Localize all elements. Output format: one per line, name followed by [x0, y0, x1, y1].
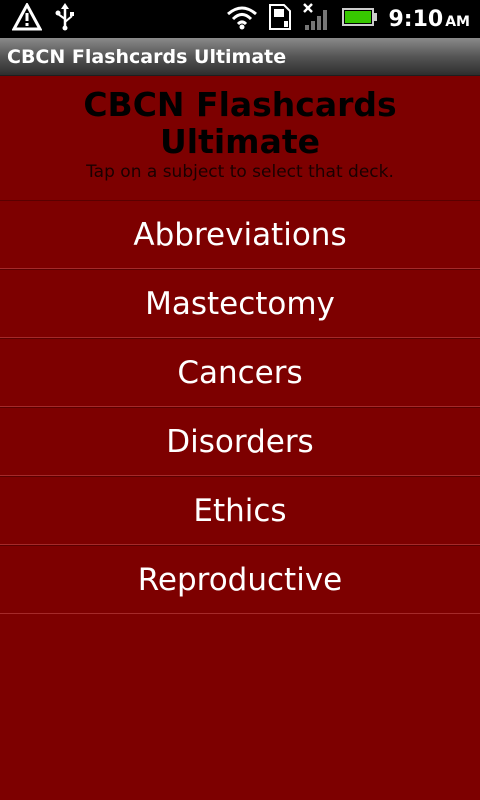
warning-icon — [11, 1, 43, 35]
status-system: 9:10 AM — [226, 2, 480, 36]
clock-ampm: AM — [445, 13, 470, 30]
deck-list: Abbreviations Mastectomy Cancers Disorde… — [0, 200, 480, 614]
deck-item-ethics[interactable]: Ethics — [0, 476, 480, 545]
status-notifications — [0, 1, 76, 35]
deck-item-label: Cancers — [177, 354, 303, 391]
page-title: CBCN Flashcards Ultimate — [83, 85, 397, 161]
deck-item-label: Reproductive — [137, 561, 343, 598]
usb-icon — [54, 3, 76, 35]
battery-icon — [342, 6, 378, 32]
deck-item-label: Ethics — [193, 492, 287, 529]
deck-item-label: Mastectomy — [145, 285, 335, 322]
app-title: CBCN Flashcards Ultimate — [7, 45, 287, 68]
status-bar: 9:10 AM — [0, 0, 480, 38]
instructions-text: Tap on a subject to select that deck. — [86, 162, 394, 182]
deck-item-disorders[interactable]: Disorders — [0, 407, 480, 476]
sd-card-icon — [268, 3, 292, 35]
wifi-icon — [226, 4, 258, 34]
deck-item-abbreviations[interactable]: Abbreviations — [0, 200, 480, 269]
deck-item-label: Abbreviations — [133, 216, 347, 253]
app-title-bar: CBCN Flashcards Ultimate — [0, 38, 480, 76]
app-screen: 9:10 AM CBCN Flashcards Ultimate CBCN Fla… — [0, 0, 480, 800]
no-signal-icon — [302, 2, 332, 36]
clock-time: 9:10 — [388, 6, 444, 32]
deck-item-reproductive[interactable]: Reproductive — [0, 545, 480, 614]
clock: 9:10 AM — [388, 7, 470, 32]
deck-item-label: Disorders — [166, 423, 314, 460]
deck-item-mastectomy[interactable]: Mastectomy — [0, 269, 480, 338]
deck-item-cancers[interactable]: Cancers — [0, 338, 480, 407]
app-header: CBCN Flashcards Ultimate Tap on a subjec… — [0, 78, 480, 200]
